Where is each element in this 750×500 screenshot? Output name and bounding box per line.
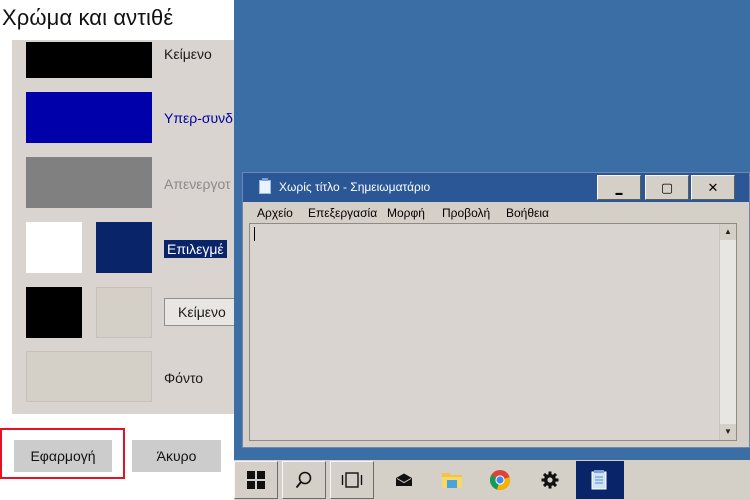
page-title: Χρώμα και αντιθέ xyxy=(2,5,174,30)
settings-taskbar-button[interactable] xyxy=(528,461,572,499)
chrome-icon xyxy=(490,470,511,490)
button-text-sample: Κείμενο xyxy=(164,298,234,326)
notepad-taskbar-button[interactable] xyxy=(576,461,624,499)
text-caret xyxy=(254,227,255,241)
background-color-swatch[interactable] xyxy=(26,351,152,402)
vertical-scrollbar[interactable]: ▲ ▼ xyxy=(719,224,736,440)
hyperlink-color-swatch[interactable] xyxy=(26,92,152,143)
close-button[interactable]: ✕ xyxy=(691,175,735,200)
scroll-up-arrow-icon[interactable]: ▲ xyxy=(720,224,736,240)
notepad-app-icon xyxy=(259,178,271,194)
disabled-text-color-swatch[interactable] xyxy=(26,157,152,208)
notepad-menubar: Αρχείο Επεξεργασία Μορφή Προβολή Βοήθεια xyxy=(243,202,749,223)
text-color-swatch[interactable] xyxy=(26,42,152,78)
hyperlink-label: Υπερ-συνδ xyxy=(164,110,233,126)
selected-text-label: Επιλεγμέ xyxy=(164,240,227,258)
menu-edit[interactable]: Επεξεργασία xyxy=(308,206,377,220)
minimize-button[interactable]: ▬ xyxy=(597,175,641,200)
selected-background-swatch[interactable] xyxy=(26,222,82,273)
gear-icon xyxy=(541,471,559,489)
search-button[interactable] xyxy=(282,461,326,499)
maximize-icon: ▢ xyxy=(660,180,674,195)
task-view-button[interactable] xyxy=(330,461,374,499)
menu-help[interactable]: Βοήθεια xyxy=(506,206,549,220)
notepad-icon xyxy=(591,470,607,490)
task-view-icon xyxy=(341,472,363,488)
button-text-swatch[interactable] xyxy=(26,287,82,338)
chrome-taskbar-button[interactable] xyxy=(478,461,522,499)
menu-format[interactable]: Μορφή xyxy=(387,206,425,220)
search-icon xyxy=(295,471,312,489)
mail-icon xyxy=(396,473,412,486)
color-preview-panel: Κείμενο Υπερ-συνδ Απενεργοτ Επιλεγμέ Κεί… xyxy=(12,40,234,414)
file-explorer-taskbar-button[interactable] xyxy=(430,461,474,499)
disabled-text-label: Απενεργοτ xyxy=(164,176,231,192)
minimize-icon: ▬ xyxy=(615,190,623,197)
background-label: Φόντο xyxy=(164,370,204,386)
color-contrast-settings: Χρώμα και αντιθέ Κείμενο Υπερ-συνδ Απενε… xyxy=(0,0,234,500)
windows-start-icon xyxy=(247,471,265,489)
cancel-button[interactable]: Άκυρο xyxy=(132,440,221,472)
menu-file[interactable]: Αρχείο xyxy=(257,206,293,220)
taskbar xyxy=(234,460,750,500)
start-button[interactable] xyxy=(234,461,278,499)
notepad-window: Χωρίς τίτλο - Σημειωματάριο ▬ ▢ ✕ Αρχείο… xyxy=(242,172,750,448)
maximize-button[interactable]: ▢ xyxy=(645,175,689,200)
selected-text-swatch[interactable] xyxy=(96,222,152,273)
scroll-down-arrow-icon[interactable]: ▼ xyxy=(720,424,736,440)
notepad-title: Χωρίς τίτλο - Σημειωματάριο xyxy=(279,180,431,194)
mail-taskbar-button[interactable] xyxy=(382,461,426,499)
notepad-titlebar[interactable]: Χωρίς τίτλο - Σημειωματάριο ▬ ▢ ✕ xyxy=(243,173,749,202)
file-explorer-icon xyxy=(442,473,462,488)
close-icon: ✕ xyxy=(707,180,719,195)
notepad-text-area[interactable]: ▲ ▼ xyxy=(249,223,737,441)
button-face-swatch[interactable] xyxy=(96,287,152,338)
apply-button[interactable]: Εφαρμογή xyxy=(14,440,112,472)
menu-view[interactable]: Προβολή xyxy=(442,206,490,220)
text-label: Κείμενο xyxy=(164,46,212,62)
